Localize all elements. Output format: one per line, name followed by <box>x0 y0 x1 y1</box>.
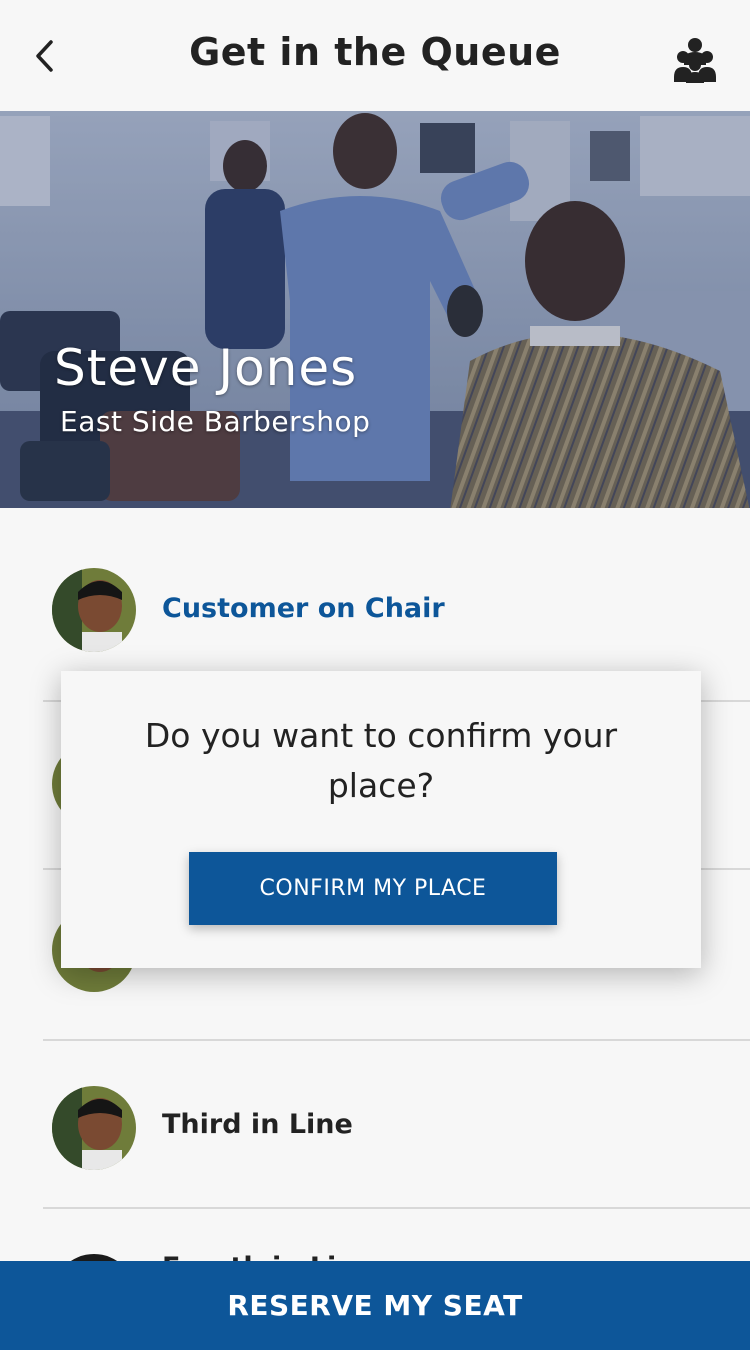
dialog-message: Do you want to confirm your place? <box>144 716 618 805</box>
queue-item-third-in-line[interactable]: Third in Line <box>0 1041 750 1209</box>
avatar <box>52 1086 136 1170</box>
queue-item-fourth-in-line[interactable]: Fourth in Line <box>0 1232 750 1262</box>
confirm-place-button[interactable]: CONFIRM MY PLACE <box>189 852 557 925</box>
confirm-dialog: Do you want to confirm your place? CONFI… <box>61 671 701 968</box>
queue-item-customer-on-chair[interactable]: Customer on Chair <box>0 508 750 702</box>
queue-item-label: Customer on Chair <box>162 593 445 624</box>
shop-name: East Side Barbershop <box>60 405 371 438</box>
group-users-icon <box>673 35 717 87</box>
reserve-seat-button[interactable]: RESERVE MY SEAT <box>0 1261 750 1350</box>
divider <box>43 1207 750 1209</box>
queue-item-label: Third in Line <box>162 1109 353 1140</box>
group-button[interactable] <box>670 34 720 88</box>
avatar <box>52 568 136 652</box>
barber-name: Steve Jones <box>54 339 358 397</box>
hero-banner: Steve Jones East Side Barbershop <box>0 111 750 508</box>
page-title: Get in the Queue <box>189 30 561 74</box>
app-header: Get in the Queue <box>0 0 750 111</box>
barbershop-photo <box>0 111 750 508</box>
